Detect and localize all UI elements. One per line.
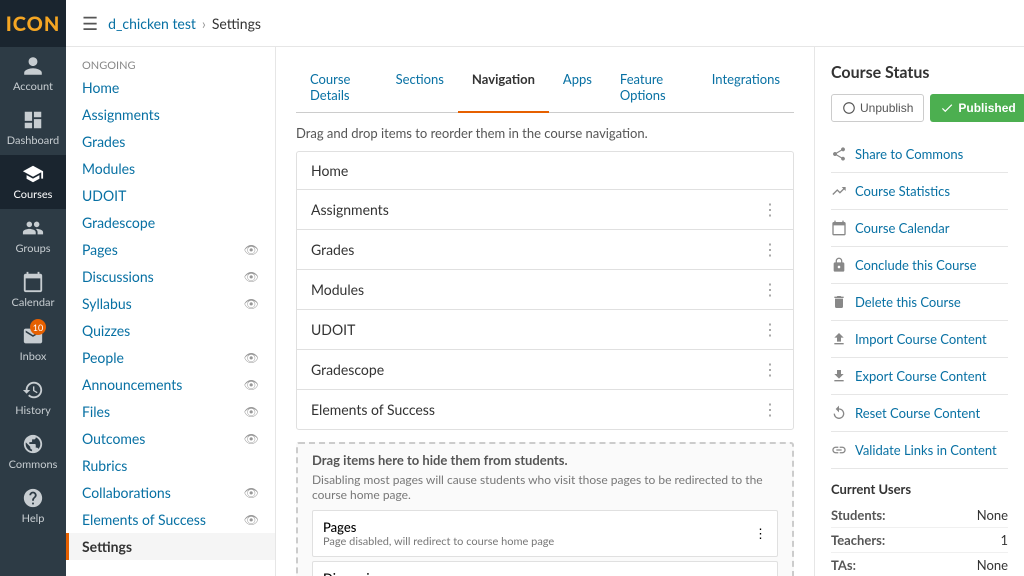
course-nav-home[interactable]: Home [66,74,275,101]
announcements-eye-icon: 👁 [244,377,259,392]
sidebar-item-dashboard[interactable]: Dashboard [0,101,66,155]
unpublish-button[interactable]: Unpublish [831,94,924,122]
breadcrumb-course[interactable]: d_chicken test [108,15,196,32]
course-nav-discussions[interactable]: Discussions 👁 [66,263,275,290]
course-nav-syllabus[interactable]: Syllabus 👁 [66,290,275,317]
main-container: ☰ d_chicken test › Settings Ongoing Home… [66,0,1024,576]
hidden-item-pages[interactable]: Pages Page disabled, will redirect to co… [312,510,778,557]
people-eye-icon: 👁 [244,350,259,365]
hidden-item-discussions[interactable]: Discussions This page can't be disabled,… [312,561,778,576]
page-content: Course Details Sections Navigation Apps … [276,47,814,576]
collaborations-eye-icon: 👁 [244,485,259,500]
course-stats-action[interactable]: Course Statistics [831,173,1008,210]
delete-course-action[interactable]: Delete this Course [831,284,1008,321]
files-eye-icon: 👁 [244,404,259,419]
elements-eye-icon: 👁 [244,512,259,527]
tas-row: TAs: None [831,553,1008,576]
status-buttons: Unpublish Published [831,94,1008,122]
content-split: Ongoing Home Assignments Grades Modules … [66,47,1024,576]
teachers-row: Teachers: 1 [831,528,1008,553]
sidebar-item-groups[interactable]: Groups [0,209,66,263]
inbox-badge: 10 [30,319,46,335]
udoit-menu-dots[interactable]: ⋮ [762,320,779,339]
nav-item-udoit[interactable]: UDOIT ⋮ [297,310,793,350]
breadcrumb: d_chicken test › Settings [108,15,261,32]
sidebar-item-inbox[interactable]: 10 Inbox [0,317,66,371]
assignments-menu-dots[interactable]: ⋮ [762,200,779,219]
visible-nav-items: Home Assignments ⋮ Grades ⋮ Modules ⋮ UD… [296,151,794,430]
nav-item-home[interactable]: Home [297,152,793,190]
sidebar-item-courses[interactable]: Courses [0,155,66,209]
conclude-course-action[interactable]: Conclude this Course [831,247,1008,284]
course-nav-modules[interactable]: Modules [66,155,275,182]
syllabus-eye-icon: 👁 [244,296,259,311]
sidebar-item-commons[interactable]: Commons [0,425,66,479]
course-nav-announcements[interactable]: Announcements 👁 [66,371,275,398]
course-nav-settings[interactable]: Settings [66,533,275,560]
drop-zone: Drag items here to hide them from studen… [296,442,794,576]
hamburger-menu[interactable]: ☰ [82,12,98,35]
nav-item-assignments[interactable]: Assignments ⋮ [297,190,793,230]
course-nav-people[interactable]: People 👁 [66,344,275,371]
reset-content-action[interactable]: Reset Course Content [831,395,1008,432]
course-nav-assignments[interactable]: Assignments [66,101,275,128]
outcomes-eye-icon: 👁 [244,431,259,446]
tab-navigation[interactable]: Navigation [458,63,549,113]
course-nav-files[interactable]: Files 👁 [66,398,275,425]
sidebar-item-help[interactable]: Help [0,479,66,533]
course-nav-elements[interactable]: Elements of Success 👁 [66,506,275,533]
course-nav-grades[interactable]: Grades [66,128,275,155]
tab-sections[interactable]: Sections [382,63,458,113]
sidebar-item-calendar[interactable]: Calendar [0,263,66,317]
current-users-title: Current Users [831,481,1008,497]
ongoing-label: Ongoing [66,55,275,74]
course-nav-udoit[interactable]: UDOIT [66,182,275,209]
course-calendar-action[interactable]: Course Calendar [831,210,1008,247]
course-status-title: Course Status [831,63,1008,82]
course-nav-quizzes[interactable]: Quizzes [66,317,275,344]
nav-item-gradescope[interactable]: Gradescope ⋮ [297,350,793,390]
sidebar-item-history[interactable]: History [0,371,66,425]
course-sidebar: Ongoing Home Assignments Grades Modules … [66,47,276,576]
pages-hidden-dots[interactable]: ⋮ [754,525,767,542]
gradescope-menu-dots[interactable]: ⋮ [762,360,779,379]
app-logo: ICON [0,0,66,47]
right-panel: Course Status Unpublish Published Share … [814,47,1024,576]
nav-item-grades[interactable]: Grades ⋮ [297,230,793,270]
course-nav-outcomes[interactable]: Outcomes 👁 [66,425,275,452]
sidebar-item-account[interactable]: Account [0,47,66,101]
topbar: ☰ d_chicken test › Settings [66,0,1024,47]
pages-eye-icon: 👁 [244,242,259,257]
tab-apps[interactable]: Apps [549,63,606,113]
modules-menu-dots[interactable]: ⋮ [762,280,779,299]
drop-zone-title: Drag items here to hide them from studen… [312,452,778,468]
course-nav-collaborations[interactable]: Collaborations 👁 [66,479,275,506]
discussions-eye-icon: 👁 [244,269,259,284]
nav-item-modules[interactable]: Modules ⋮ [297,270,793,310]
nav-item-elements[interactable]: Elements of Success ⋮ [297,390,793,429]
course-nav-pages[interactable]: Pages 👁 [66,236,275,263]
course-nav-gradescope[interactable]: Gradescope [66,209,275,236]
drop-zone-desc: Disabling most pages will cause students… [312,472,778,502]
tab-feature-options[interactable]: Feature Options [606,63,698,113]
validate-links-action[interactable]: Validate Links in Content [831,432,1008,469]
import-content-action[interactable]: Import Course Content [831,321,1008,358]
elements-menu-dots[interactable]: ⋮ [762,400,779,419]
tabs-bar: Course Details Sections Navigation Apps … [296,63,794,113]
grades-menu-dots[interactable]: ⋮ [762,240,779,259]
tab-integrations[interactable]: Integrations [698,63,794,113]
export-content-action[interactable]: Export Course Content [831,358,1008,395]
drag-instruction: Drag and drop items to reorder them in t… [296,125,794,141]
published-button[interactable]: Published [930,94,1024,122]
students-row: Students: None [831,503,1008,528]
tab-course-details[interactable]: Course Details [296,63,382,113]
global-sidebar: ICON Account Dashboard Courses Groups Ca… [0,0,66,576]
course-nav-rubrics[interactable]: Rubrics [66,452,275,479]
share-commons-action[interactable]: Share to Commons [831,136,1008,173]
